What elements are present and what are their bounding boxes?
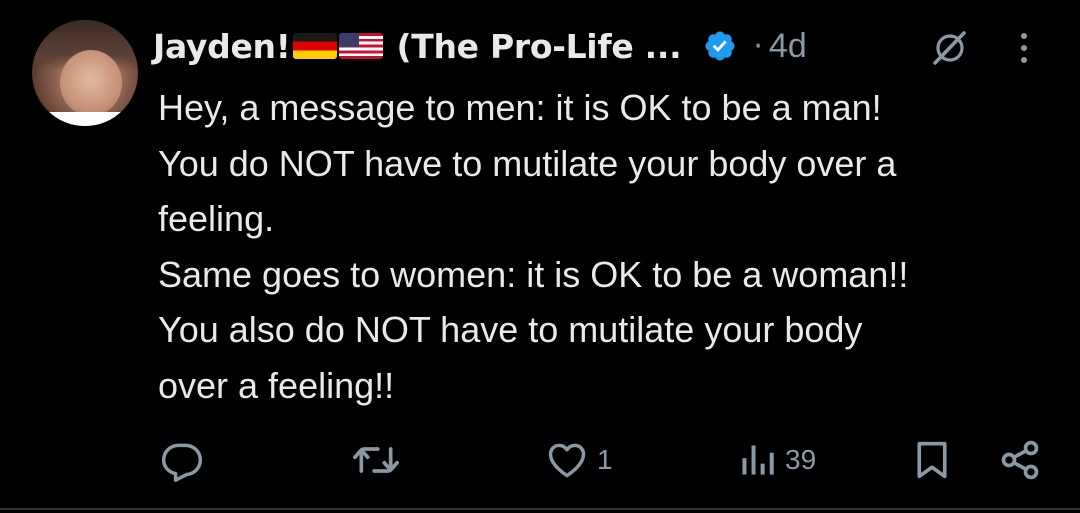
tweet-text-line: Hey, a message to men: it is OK to be a … <box>158 87 882 128</box>
share-button[interactable] <box>998 430 1042 490</box>
tweet-text-line: You also do NOT have to mutilate your bo… <box>158 309 863 350</box>
views-icon <box>742 445 774 475</box>
views-button[interactable]: 39 <box>737 430 816 490</box>
like-button[interactable]: 1 <box>545 430 613 490</box>
author-name-prefix[interactable]: Jayden! <box>153 27 291 66</box>
germany-flag-icon <box>292 33 337 59</box>
views-count: 39 <box>785 444 817 475</box>
grok-icon[interactable] <box>930 28 970 68</box>
more-options-icon[interactable] <box>1014 30 1034 66</box>
time-separator: · <box>753 28 763 64</box>
tweet[interactable]: Jayden! (The Pro-Life ... · 4d Hey, a me… <box>0 0 1080 513</box>
share-icon <box>1001 440 1039 480</box>
avatar[interactable] <box>32 20 138 126</box>
author-name-suffix[interactable]: (The Pro-Life ... <box>397 27 682 66</box>
heart-icon <box>548 443 586 478</box>
tweet-text-line: Same goes to women: it is OK to be a wom… <box>158 253 909 295</box>
repost-button[interactable] <box>352 430 408 490</box>
tweet-text-line: feeling. <box>158 198 275 239</box>
divider <box>0 508 1080 510</box>
reply-icon <box>161 443 203 482</box>
tweet-text-line: You do NOT have to mutilate your body ov… <box>158 142 897 184</box>
like-count: 1 <box>597 444 613 475</box>
usa-flag-icon <box>338 33 383 59</box>
avatar-face <box>60 50 122 116</box>
bookmark-icon <box>917 441 947 479</box>
tweet-text: Hey, a message to men: it is OK to be a … <box>158 80 1058 413</box>
bookmark-button[interactable] <box>912 430 952 490</box>
tweet-text-line: over a feeling!! <box>158 364 395 406</box>
timestamp[interactable]: 4d <box>769 27 807 66</box>
verified-badge-icon <box>705 31 735 61</box>
repost-icon <box>353 447 399 473</box>
tweet-header: Jayden! (The Pro-Life ... · 4d <box>153 22 807 70</box>
action-bar: 1 39 <box>0 430 1080 490</box>
avatar-shirt <box>42 112 132 126</box>
reply-button[interactable] <box>160 430 212 490</box>
